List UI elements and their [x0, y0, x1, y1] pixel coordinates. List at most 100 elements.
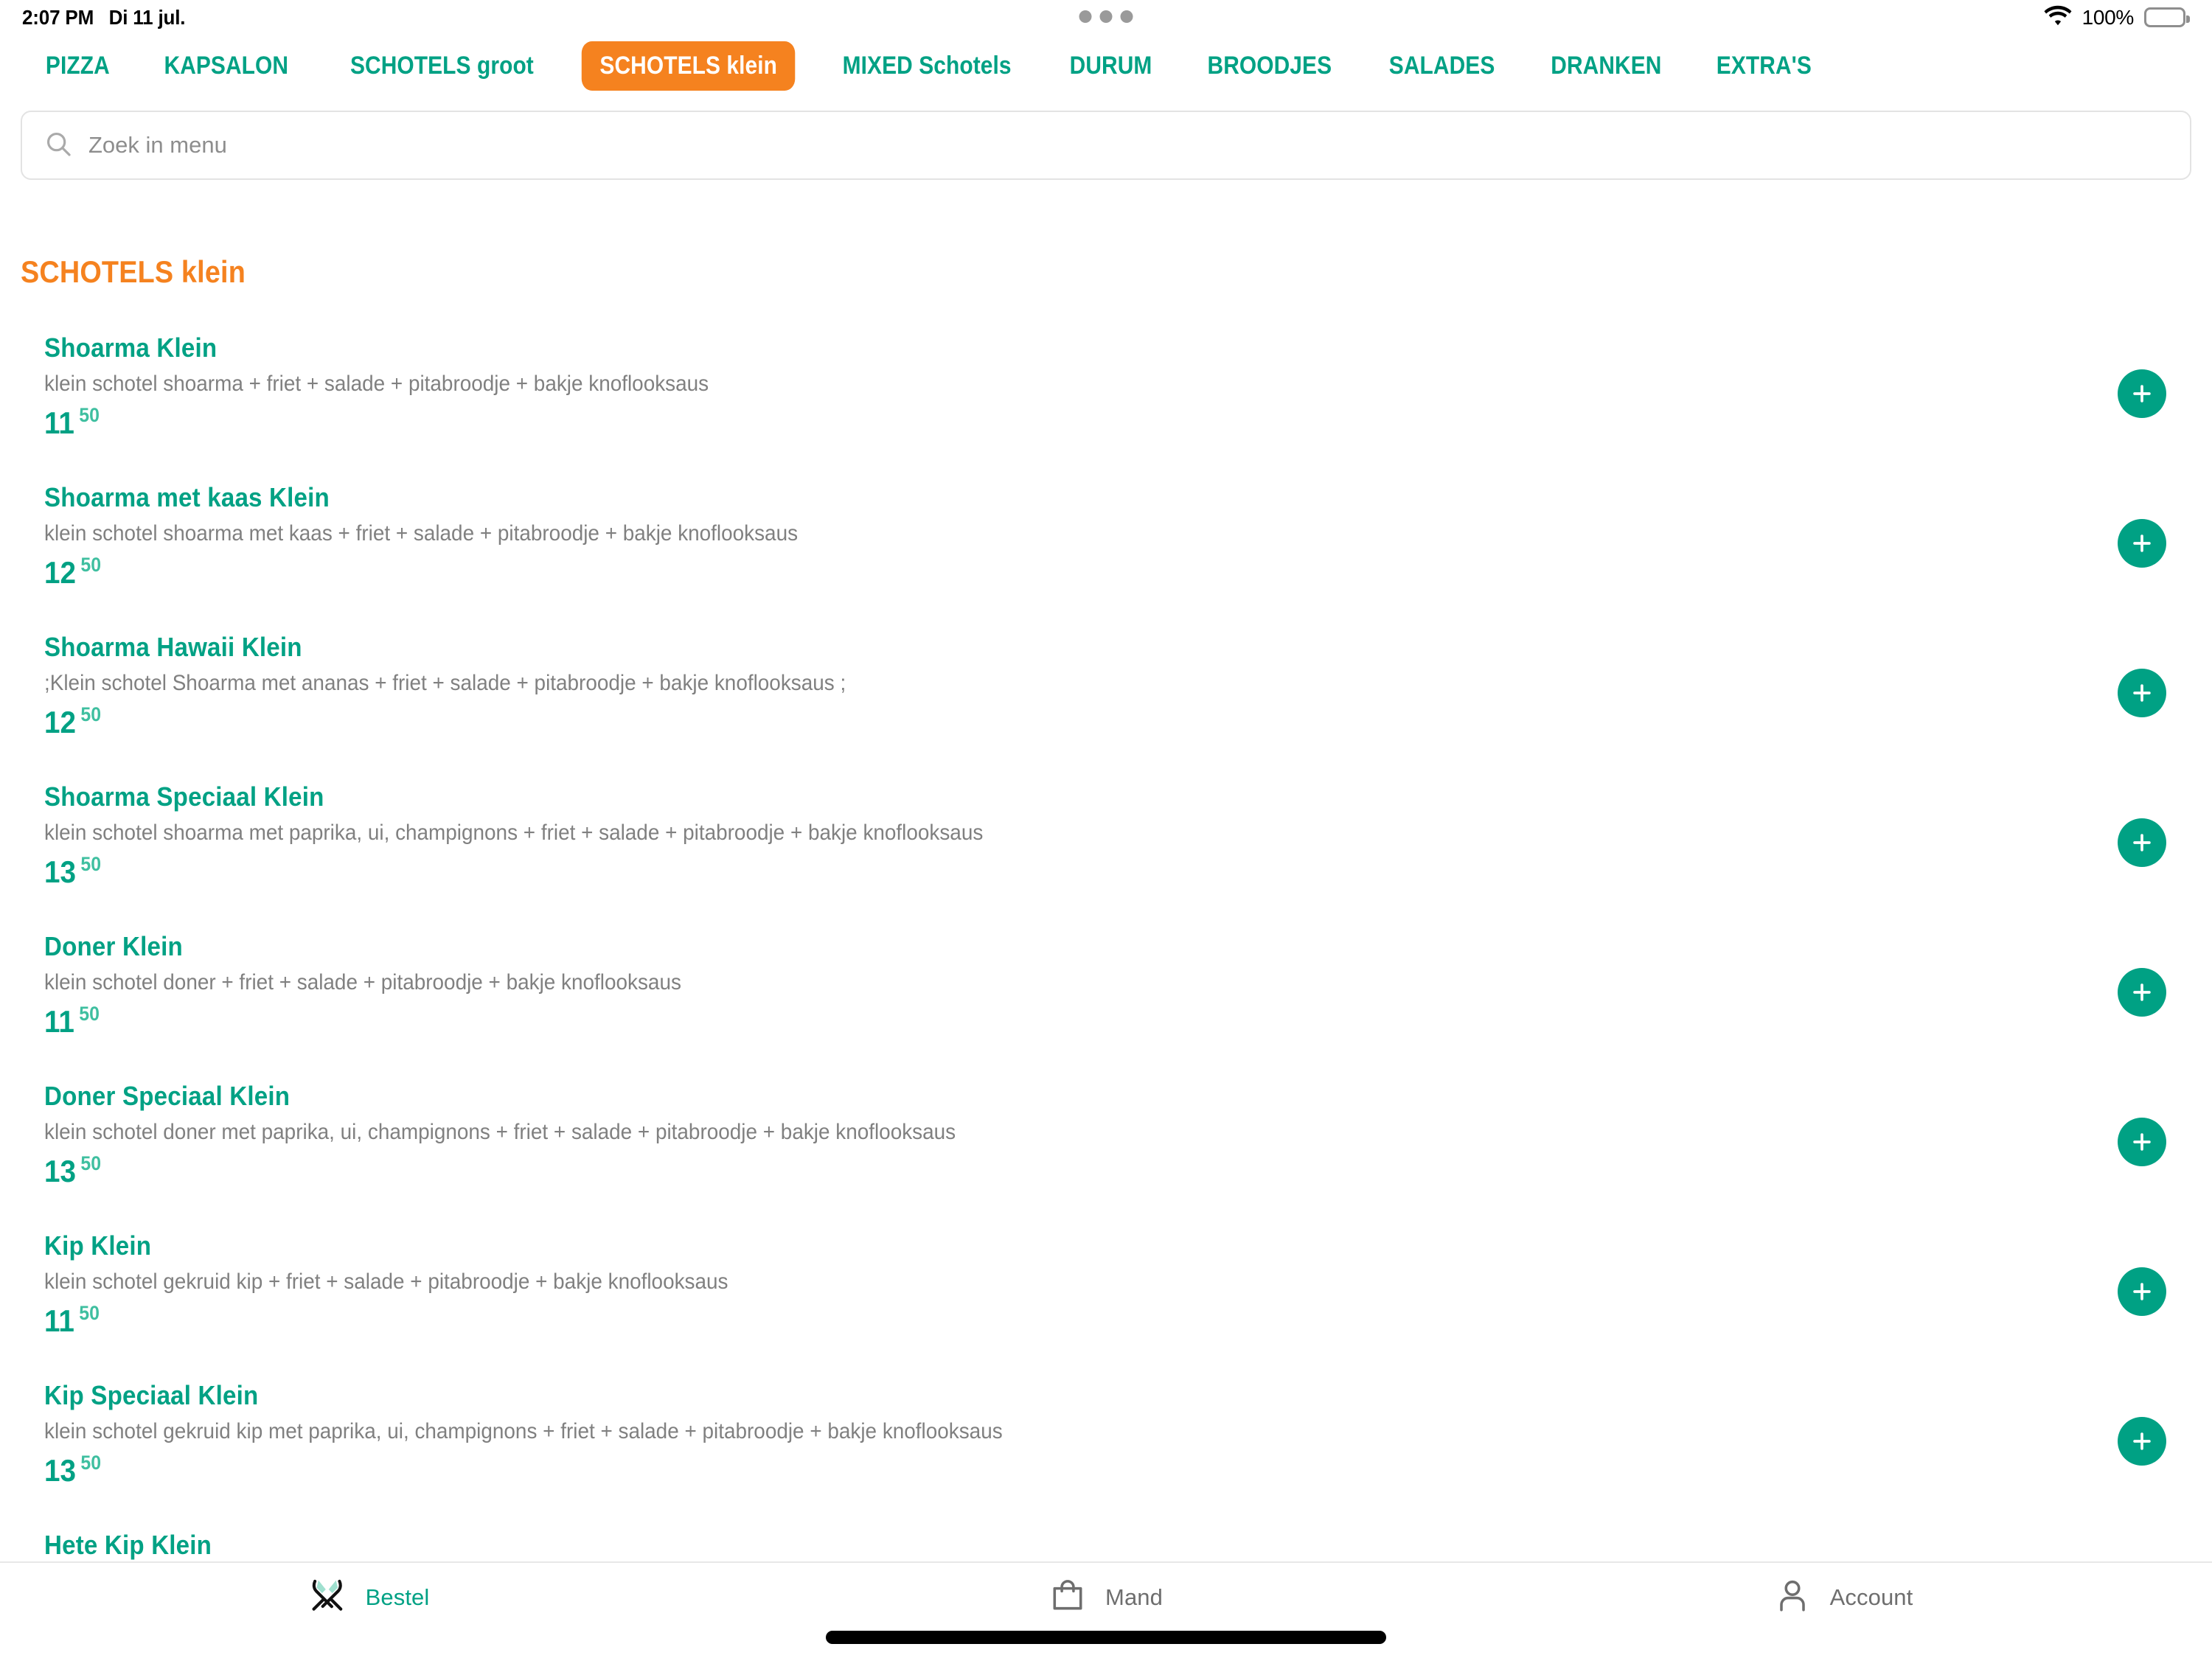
- menu-item-price: 12 50: [44, 554, 2039, 591]
- dot: [1079, 10, 1092, 23]
- bottom-nav-label: Mand: [1105, 1584, 1163, 1610]
- dot: [1099, 10, 1113, 23]
- price-cents: 50: [80, 554, 102, 577]
- menu-item-name: Shoarma Klein: [44, 332, 218, 363]
- tab-pizza[interactable]: PIZZA: [27, 41, 128, 91]
- menu-item-price: 11 50: [44, 1302, 2039, 1339]
- plus-icon: [2129, 1279, 2154, 1304]
- price-cents: 50: [80, 703, 102, 726]
- tab-durum[interactable]: DURUM: [1051, 41, 1170, 91]
- tab-salades[interactable]: SALADES: [1371, 41, 1513, 91]
- add-to-cart-button[interactable]: [2118, 818, 2166, 867]
- app-root: 2:07 PM Di 11 jul. 100% PIZZA KAPSALON SCH…: [0, 0, 2212, 1658]
- shopping-bag-icon: [1049, 1577, 1086, 1617]
- price-euros: 11: [44, 405, 74, 441]
- price-cents: 50: [79, 404, 100, 427]
- price-euros: 12: [44, 555, 76, 591]
- category-tab-bar[interactable]: PIZZA KAPSALON SCHOTELS groot SCHOTELS klei…: [0, 35, 2212, 96]
- status-time: 2:07 PM: [22, 6, 94, 29]
- cutlery-icon: [308, 1576, 347, 1618]
- search-icon: [44, 130, 72, 161]
- three-dots-icon[interactable]: [1079, 10, 1133, 23]
- menu-item[interactable]: Shoarma Klein klein schotel shoarma + fri…: [0, 318, 2212, 468]
- menu-item-price: 13 50: [44, 853, 2039, 888]
- status-date: Di 11 jul.: [108, 6, 186, 29]
- section-title: SCHOTELS klein: [21, 254, 246, 289]
- price-euros: 13: [44, 1154, 76, 1189]
- price-euros: 11: [44, 1303, 74, 1339]
- plus-icon: [2129, 1129, 2154, 1154]
- menu-item-description: klein schotel doner met paprika, ui, cha…: [44, 1120, 956, 1145]
- tab-kapsalon[interactable]: KAPSALON: [146, 41, 307, 91]
- tab-extra-s[interactable]: EXTRA'S: [1699, 41, 1830, 91]
- bottom-nav-item-account[interactable]: Account: [1475, 1563, 2212, 1658]
- tab-dranken[interactable]: DRANKEN: [1532, 41, 1679, 91]
- person-icon: [1774, 1577, 1811, 1617]
- menu-item[interactable]: Shoarma Speciaal Klein klein schotel shoa…: [0, 767, 2212, 917]
- add-to-cart-button[interactable]: [2118, 668, 2166, 717]
- add-to-cart-button[interactable]: [2118, 1267, 2166, 1316]
- search-box[interactable]: [21, 111, 2191, 180]
- plus-icon: [2129, 531, 2154, 556]
- bottom-nav-label: Bestel: [365, 1584, 430, 1610]
- menu-item[interactable]: Shoarma Hawaii Klein ;Klein schotel Shoa…: [0, 618, 2212, 767]
- price-cents: 50: [80, 853, 102, 876]
- price-euros: 13: [44, 1453, 76, 1488]
- add-to-cart-button[interactable]: [2118, 369, 2166, 418]
- menu-item-name: Doner Klein: [44, 931, 183, 961]
- status-bar-right: 100%: [2044, 5, 2190, 29]
- menu-item[interactable]: Hete Kip Klein: [0, 1516, 2212, 1561]
- search-input[interactable]: [88, 132, 2168, 159]
- menu-item-name: Kip Klein: [44, 1230, 152, 1261]
- plus-icon: [2129, 980, 2154, 1005]
- price-euros: 12: [44, 705, 76, 740]
- menu-item-name: Hete Kip Klein: [44, 1530, 212, 1560]
- menu-item[interactable]: Kip Speciaal Klein klein schotel gekruid …: [0, 1366, 2212, 1516]
- battery-percent-label: 100%: [2081, 5, 2135, 29]
- battery-full-icon: [2144, 7, 2190, 27]
- menu-item-name: Shoarma met kaas Klein: [44, 482, 330, 512]
- tab-schotels-groot[interactable]: SCHOTELS groot: [333, 41, 552, 91]
- status-bar-left: 2:07 PM Di 11 jul.: [22, 6, 186, 29]
- menu-item-description: klein schotel shoarma + friet + salade +…: [44, 372, 709, 397]
- add-to-cart-button[interactable]: [2118, 518, 2166, 568]
- wifi-icon: [2044, 5, 2072, 29]
- plus-icon: [2129, 1429, 2154, 1454]
- search-container: [21, 111, 2191, 180]
- bottom-nav-label: Account: [1829, 1584, 1913, 1610]
- add-to-cart-button[interactable]: [2118, 1117, 2166, 1166]
- menu-item-list: Shoarma Klein klein schotel shoarma + fri…: [0, 318, 2212, 1561]
- menu-item-description: ;Klein schotel Shoarma met ananas + frie…: [44, 671, 846, 696]
- add-to-cart-button[interactable]: [2118, 1416, 2166, 1466]
- home-indicator: [826, 1631, 1386, 1644]
- plus-icon: [2129, 381, 2154, 406]
- menu-item[interactable]: Kip Klein klein schotel gekruid kip + fri…: [0, 1216, 2212, 1366]
- menu-item-name: Doner Speciaal Klein: [44, 1081, 291, 1111]
- dot: [1120, 10, 1133, 23]
- price-cents: 50: [80, 1152, 102, 1175]
- menu-item-description: klein schotel gekruid kip + friet + sala…: [44, 1269, 728, 1295]
- menu-item-price: 12 50: [44, 703, 2039, 740]
- menu-item[interactable]: Shoarma met kaas Klein klein schotel shoa…: [0, 468, 2212, 618]
- menu-item-price: 13 50: [44, 1152, 2039, 1189]
- price-cents: 50: [80, 1452, 102, 1474]
- menu-item-price: 11 50: [44, 1003, 2039, 1037]
- ios-status-bar: 2:07 PM Di 11 jul. 100%: [0, 0, 2212, 35]
- menu-item[interactable]: Doner Speciaal Klein klein schotel doner …: [0, 1067, 2212, 1216]
- price-cents: 50: [79, 1003, 100, 1025]
- add-to-cart-button[interactable]: [2118, 967, 2166, 1017]
- menu-item-price: 11 50: [44, 404, 2039, 441]
- menu-item[interactable]: Doner Klein klein schotel doner + friet +…: [0, 917, 2212, 1067]
- menu-item-description: klein schotel doner + friet + salade + p…: [44, 970, 681, 995]
- plus-icon: [2129, 830, 2154, 855]
- plus-icon: [2129, 680, 2154, 706]
- price-cents: 50: [79, 1302, 100, 1325]
- tab-broodjes[interactable]: BROODJES: [1189, 41, 1350, 91]
- menu-item-description: klein schotel shoarma met paprika, ui, c…: [44, 821, 984, 846]
- menu-item-name: Kip Speciaal Klein: [44, 1380, 259, 1410]
- bottom-nav-item-bestel[interactable]: Bestel: [0, 1563, 737, 1658]
- menu-item-description: klein schotel shoarma met kaas + friet +…: [44, 521, 799, 546]
- tab-mixed-schotels[interactable]: MIXED Schotels: [824, 41, 1029, 91]
- tab-schotels-klein[interactable]: SCHOTELS klein: [581, 41, 796, 91]
- menu-item-name: Shoarma Hawaii Klein: [44, 632, 302, 662]
